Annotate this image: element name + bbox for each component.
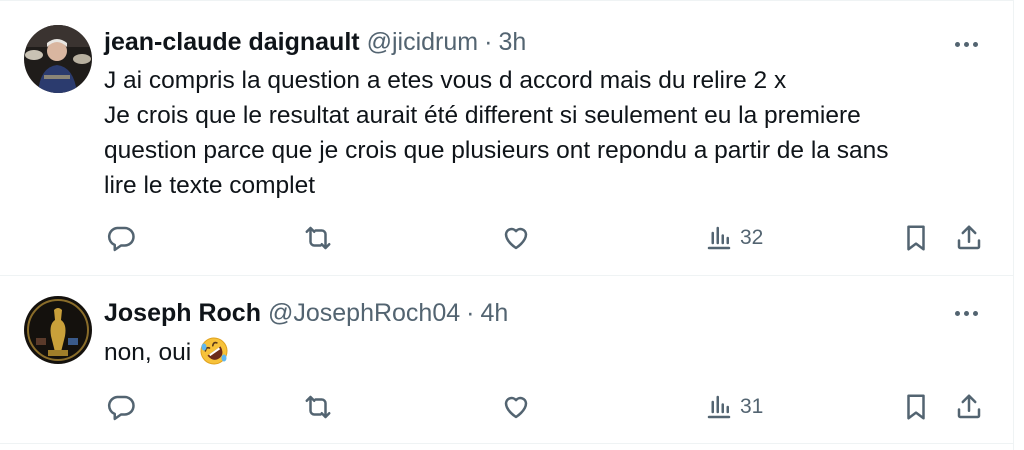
share-icon: [957, 225, 981, 250]
timestamp[interactable]: 4h: [480, 299, 508, 328]
tweet-text-line: non, oui: [104, 339, 192, 366]
views-button[interactable]: 32: [704, 221, 763, 255]
tweet-text: non, oui: [104, 335, 229, 370]
tweet-header: jean-claude daignault @jicidrum · 3h: [104, 25, 526, 59]
bookmark-icon: [907, 394, 925, 420]
author-handle[interactable]: @jicidrum: [367, 28, 479, 57]
tweet[interactable]: Joseph Roch @JosephRoch04 · 4h non, oui: [0, 276, 1014, 444]
tweet-header: Joseph Roch @JosephRoch04 · 4h: [104, 296, 508, 330]
like-button[interactable]: [501, 221, 531, 255]
share-button[interactable]: [954, 390, 984, 424]
reply-button[interactable]: [106, 221, 136, 255]
tweet[interactable]: jean-claude daignault @jicidrum · 3h J a…: [0, 0, 1014, 276]
reply-icon: [107, 226, 135, 252]
heart-icon: [504, 396, 528, 419]
views-icon: [707, 226, 731, 250]
tweet-actions: 31: [0, 390, 1014, 424]
separator: ·: [484, 27, 493, 56]
author-handle[interactable]: @JosephRoch04: [268, 299, 460, 328]
share-icon: [957, 394, 981, 419]
heart-icon: [504, 227, 528, 250]
views-button[interactable]: 31: [704, 390, 763, 424]
timeline: jean-claude daignault @jicidrum · 3h J a…: [0, 0, 1014, 450]
avatar[interactable]: [24, 296, 92, 364]
retweet-icon: [305, 395, 331, 419]
bookmark-icon: [907, 225, 925, 251]
more-icon[interactable]: [955, 39, 978, 49]
reply-button[interactable]: [106, 390, 136, 424]
avatar[interactable]: [24, 25, 92, 93]
like-button[interactable]: [501, 390, 531, 424]
retweet-icon: [305, 226, 331, 250]
tweet-text-line: J ai compris la question a etes vous d a…: [104, 67, 787, 94]
share-button[interactable]: [954, 221, 984, 255]
views-count: 32: [740, 226, 764, 249]
views-icon: [707, 395, 731, 419]
tweet-text-line: Je crois que le resultat aurait été diff…: [104, 102, 861, 129]
retweet-button[interactable]: [303, 390, 333, 424]
retweet-button[interactable]: [303, 221, 333, 255]
author-name[interactable]: jean-claude daignault: [104, 28, 360, 57]
rolling-on-the-floor-laughing-emoji: [200, 337, 228, 365]
views-count: 31: [740, 395, 764, 418]
tweet-text-line: lire le texte complet: [104, 172, 316, 199]
more-icon[interactable]: [955, 308, 978, 318]
tweet-text-line: question parce que je crois que plusieur…: [104, 137, 889, 164]
timestamp[interactable]: 3h: [498, 28, 526, 57]
bookmark-button[interactable]: [901, 221, 931, 255]
tweet-text: J ai compris la question a etes vous d a…: [104, 63, 889, 203]
tweet-actions: 32: [0, 221, 1014, 255]
bookmark-button[interactable]: [901, 390, 931, 424]
reply-icon: [107, 395, 135, 421]
author-name[interactable]: Joseph Roch: [104, 299, 261, 328]
separator: ·: [466, 298, 475, 327]
